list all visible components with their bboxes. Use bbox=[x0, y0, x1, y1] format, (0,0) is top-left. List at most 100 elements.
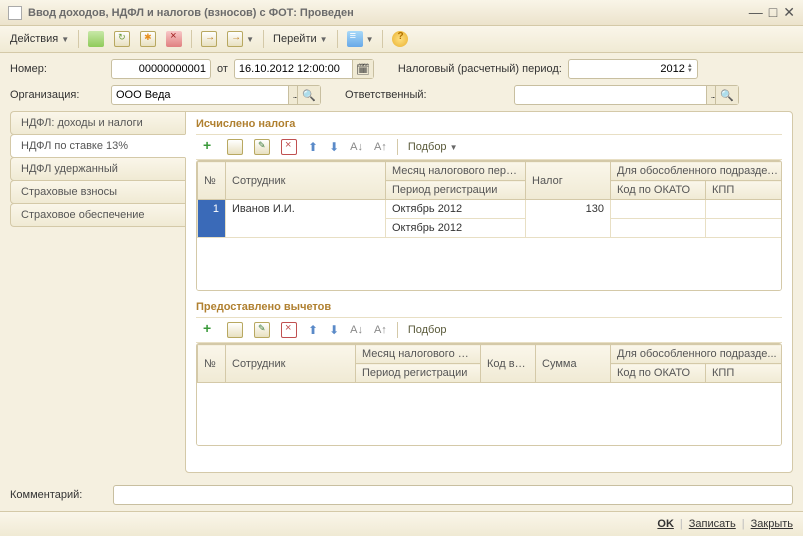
resp-input[interactable] bbox=[519, 89, 704, 101]
cell-employee[interactable]: Иванов И.И. bbox=[226, 200, 386, 238]
help-button[interactable] bbox=[388, 29, 412, 49]
col-code[interactable]: Код вычета bbox=[481, 345, 536, 383]
copy-row-button[interactable] bbox=[223, 137, 247, 157]
side-tabs: НДФЛ: доходы и налоги НДФЛ по ставке 13%… bbox=[10, 111, 185, 473]
header-row-1: Номер: от 🗓 Налоговый (расчетный) период… bbox=[0, 53, 803, 85]
table-row[interactable]: 1 Иванов И.И. Октябрь 2012 130 bbox=[198, 200, 783, 219]
calculated-grid: № Сотрудник Месяц налогового пери... Нал… bbox=[196, 160, 782, 291]
close-window-button[interactable]: ✕ bbox=[783, 4, 795, 21]
col-sum[interactable]: Сумма bbox=[536, 345, 611, 383]
cell-tax[interactable]: 130 bbox=[526, 200, 611, 238]
tab-label: Страховое обеспечение bbox=[21, 209, 145, 221]
selection-button[interactable]: Подбор bbox=[404, 322, 451, 338]
add-row-button[interactable] bbox=[196, 320, 220, 340]
move-down-button[interactable]: ⬇ bbox=[325, 138, 343, 156]
col-okato[interactable]: Код по ОКАТО bbox=[611, 181, 706, 200]
col-tax[interactable]: Налог bbox=[526, 162, 611, 200]
sort-asc-button[interactable]: A↓ bbox=[346, 139, 367, 155]
section-calculated-title: Исчислено налога bbox=[196, 118, 782, 130]
tax-period-label: Налоговый (расчетный) период: bbox=[398, 63, 562, 75]
cell-kpp2[interactable] bbox=[706, 219, 783, 238]
move-up-button[interactable]: ⬆ bbox=[304, 321, 322, 339]
tab-insurance[interactable]: Страховые взносы bbox=[10, 180, 185, 204]
col-num[interactable]: № bbox=[198, 162, 226, 200]
cell-okato2[interactable] bbox=[611, 219, 706, 238]
number-field[interactable] bbox=[111, 59, 211, 79]
sort-desc-button[interactable]: A↑ bbox=[370, 322, 391, 338]
col-kpp[interactable]: КПП bbox=[706, 364, 783, 383]
window-icon bbox=[8, 6, 22, 20]
col-period[interactable]: Период регистрации bbox=[356, 364, 481, 383]
cell-kpp[interactable] bbox=[706, 200, 783, 219]
tab-ndfl-withheld[interactable]: НДФЛ удержанный bbox=[10, 157, 185, 181]
cell-okato[interactable] bbox=[611, 200, 706, 219]
separator: | bbox=[680, 518, 683, 530]
actions-menu[interactable]: Действия ▼ bbox=[6, 31, 73, 47]
org-input[interactable] bbox=[116, 89, 286, 101]
post-icon bbox=[88, 31, 104, 47]
col-subdiv[interactable]: Для обособленного подразделения bbox=[611, 162, 783, 181]
copy-row-button[interactable] bbox=[223, 320, 247, 340]
col-month[interactable]: Месяц налогового пери... bbox=[386, 162, 526, 181]
calendar-button[interactable]: 🗓 bbox=[352, 60, 373, 78]
move-up-button[interactable]: ⬆ bbox=[304, 138, 322, 156]
col-month[interactable]: Месяц налогового пе... bbox=[356, 345, 481, 364]
col-period[interactable]: Период регистрации bbox=[386, 181, 526, 200]
spinner[interactable]: ▲▼ bbox=[687, 64, 693, 74]
new-doc-button[interactable] bbox=[136, 29, 160, 49]
col-employee[interactable]: Сотрудник bbox=[226, 345, 356, 383]
chevron-down-icon: ▼ bbox=[320, 35, 328, 44]
tab-ndfl-13[interactable]: НДФЛ по ставке 13% bbox=[10, 134, 186, 158]
tax-period-input[interactable] bbox=[573, 63, 685, 75]
separator bbox=[263, 30, 264, 48]
refresh-button[interactable] bbox=[110, 29, 134, 49]
separator bbox=[382, 30, 383, 48]
tab-label: НДФЛ: доходы и налоги bbox=[21, 117, 143, 129]
selection-button[interactable]: Подбор ▼ bbox=[404, 139, 462, 155]
search-button[interactable]: 🔍 bbox=[715, 86, 738, 104]
save-button[interactable]: Записать bbox=[689, 518, 736, 530]
cell-period[interactable]: Октябрь 2012 bbox=[386, 219, 526, 238]
cell-num[interactable]: 1 bbox=[198, 200, 226, 238]
col-okato[interactable]: Код по ОКАТО bbox=[611, 364, 706, 383]
org-field[interactable]: ... 🔍 bbox=[111, 85, 321, 105]
remove-row-button[interactable] bbox=[277, 137, 301, 157]
unpost-button[interactable]: ▼ bbox=[223, 29, 258, 49]
copy-icon bbox=[227, 139, 243, 155]
sort-asc-button[interactable]: A↓ bbox=[346, 322, 367, 338]
move-down-button[interactable]: ⬇ bbox=[325, 321, 343, 339]
list-button[interactable]: ▼ bbox=[343, 29, 378, 49]
edit-row-button[interactable] bbox=[250, 320, 274, 340]
edit-row-button[interactable] bbox=[250, 137, 274, 157]
sort-desc-button[interactable]: A↑ bbox=[370, 139, 391, 155]
post-button[interactable] bbox=[197, 29, 221, 49]
actions-label: Действия bbox=[10, 33, 58, 45]
cell-month[interactable]: Октябрь 2012 bbox=[386, 200, 526, 219]
goto-menu[interactable]: Перейти ▼ bbox=[269, 31, 332, 47]
col-subdiv[interactable]: Для обособленного подразде... bbox=[611, 345, 783, 364]
comment-input[interactable] bbox=[118, 489, 788, 501]
ok-button[interactable]: OK bbox=[657, 518, 674, 530]
number-input[interactable] bbox=[116, 63, 206, 75]
col-kpp[interactable]: КПП bbox=[706, 181, 783, 200]
close-button[interactable]: Закрыть bbox=[751, 518, 793, 530]
resp-field[interactable]: ... 🔍 bbox=[514, 85, 739, 105]
goto-label: Перейти bbox=[273, 33, 317, 45]
col-employee[interactable]: Сотрудник bbox=[226, 162, 386, 200]
post-document-button[interactable] bbox=[84, 29, 108, 49]
selection-label: Подбор bbox=[408, 324, 447, 336]
date-input[interactable] bbox=[239, 63, 352, 75]
date-field[interactable]: 🗓 bbox=[234, 59, 374, 79]
tab-insurance-coverage[interactable]: Страховое обеспечение bbox=[10, 203, 185, 227]
tab-income-taxes[interactable]: НДФЛ: доходы и налоги bbox=[10, 111, 185, 135]
col-num[interactable]: № bbox=[198, 345, 226, 383]
maximize-button[interactable]: □ bbox=[769, 4, 777, 21]
minimize-button[interactable]: — bbox=[749, 4, 763, 21]
add-row-button[interactable] bbox=[196, 137, 220, 157]
tax-period-field[interactable]: ▲▼ bbox=[568, 59, 698, 79]
search-button[interactable]: 🔍 bbox=[297, 86, 320, 104]
delete-doc-button[interactable] bbox=[162, 29, 186, 49]
comment-field[interactable] bbox=[113, 485, 793, 505]
separator bbox=[397, 139, 398, 155]
remove-row-button[interactable] bbox=[277, 320, 301, 340]
